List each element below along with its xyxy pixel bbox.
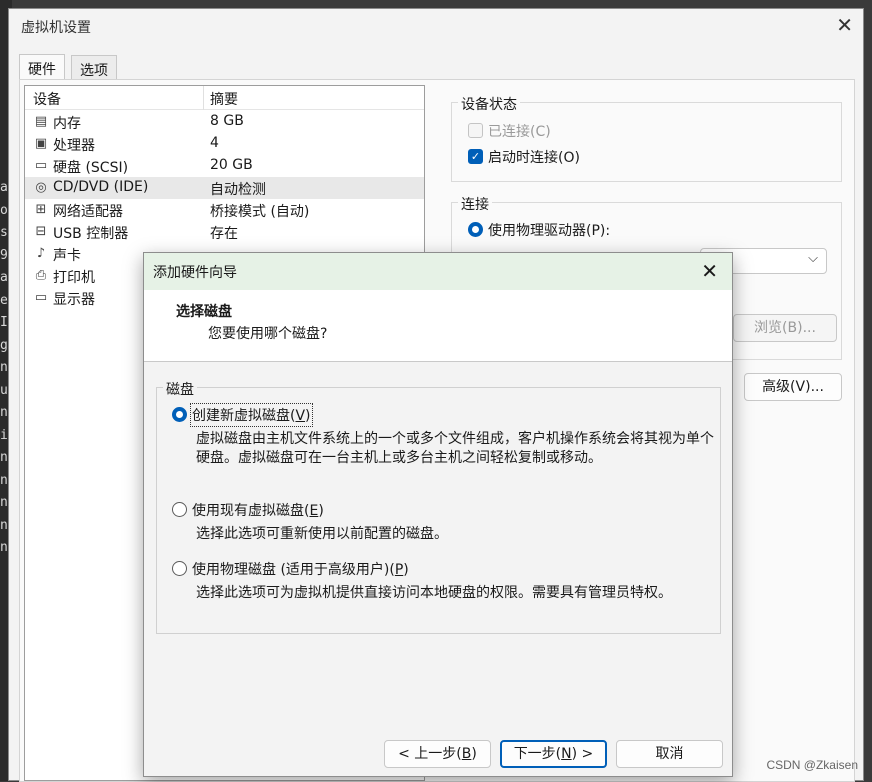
device-name: 显示器 [53,292,95,308]
dialog-title: 添加硬件向导 [153,265,237,281]
connect-at-power-on-checkbox[interactable]: ✓ [468,149,483,164]
device-name: 打印机 [53,270,95,286]
use-physical-drive-radio[interactable] [468,222,483,237]
device-status-group [451,102,842,182]
watermark: CSDN @Zkaisen [766,758,858,772]
connected-label[interactable]: 已连接(C) [488,121,551,141]
terminal-text: a [0,270,8,285]
chevron-down-icon: ⌵ [808,251,818,266]
processor-icon: ▣ [34,136,48,151]
terminal-text: a [0,180,8,195]
device-status-label: 设备状态 [458,94,520,114]
create-new-virtual-disk-radio[interactable] [172,407,187,422]
sound-card-icon: ♪ [36,246,46,261]
dialog-close-icon[interactable]: ✕ [701,259,718,283]
device-summary: 存在 [210,226,238,242]
device-row[interactable]: ⊞ 网络适配器 桥接模式 (自动) [25,199,424,221]
create-new-virtual-disk-description: 虚拟磁盘由主机文件系统上的一个或多个文件组成，客户机操作系统会将其视为单个硬盘。… [196,431,714,466]
device-row[interactable]: ▣ 处理器 4 [25,133,424,155]
connect-at-power-on-label[interactable]: 启动时连接(O) [488,147,580,167]
use-physical-drive-label[interactable]: 使用物理驱动器(P): [488,220,610,240]
terminal-text: g [0,337,8,353]
device-row[interactable]: ▭ 硬盘 (SCSI) 20 GB [25,155,424,177]
dialog-footer: < 上一步(B) 下一步(N) > 取消 [144,730,732,776]
device-summary: 桥接模式 (自动) [210,204,310,220]
device-name: 声卡 [53,248,81,264]
display-icon: ▭ [34,290,48,305]
cd-dvd-icon: ◎ [35,180,47,195]
use-existing-virtual-disk-description: 选择此选项可重新使用以前配置的磁盘。 [196,526,448,542]
cancel-button[interactable]: 取消 [616,740,723,768]
dialog-header: 选择磁盘 您要使用哪个磁盘? [144,290,732,362]
device-name: CD/DVD (IDE) [53,179,149,195]
device-summary: 4 [210,135,219,151]
device-list-header: 设备 摘要 [25,86,424,110]
dialog-heading: 选择磁盘 [176,304,232,320]
terminal-text: 9 [0,247,8,263]
column-header-device[interactable]: 设备 [33,89,61,109]
dialog-titlebar: 添加硬件向导 ✕ [144,253,732,290]
usb-icon: ⊟ [35,224,47,239]
device-name: 网络适配器 [53,204,123,220]
device-name: USB 控制器 [53,226,129,242]
terminal-text: o [0,202,8,218]
back-button[interactable]: < 上一步(B) [384,740,491,768]
window-title: 虚拟机设置 [21,20,91,36]
add-hardware-wizard-dialog: 添加硬件向导 ✕ 选择磁盘 您要使用哪个磁盘? 磁盘 创建新虚拟磁盘(V) 虚拟… [143,252,733,777]
column-header-summary[interactable]: 摘要 [210,89,238,109]
device-row[interactable]: ◎ CD/DVD (IDE) 自动检测 [25,177,424,199]
browse-button[interactable]: 浏览(B)... [733,314,837,342]
use-existing-virtual-disk-radio[interactable] [172,502,187,517]
device-summary: 8 GB [210,113,244,129]
use-physical-disk-description: 选择此选项可为虚拟机提供直接访问本地硬盘的权限。需要具有管理员特权。 [196,585,672,601]
device-name: 处理器 [53,138,95,154]
advanced-button[interactable]: 高级(V)... [744,373,842,401]
device-row[interactable]: ⊟ USB 控制器 存在 [25,221,424,243]
close-icon[interactable]: ✕ [836,13,853,37]
harddisk-icon: ▭ [34,158,48,173]
dialog-subheading: 您要使用哪个磁盘? [208,326,328,342]
dialog-body: 磁盘 创建新虚拟磁盘(V) 虚拟磁盘由主机文件系统上的一个或多个文件组成，客户机… [144,363,732,730]
tab-options[interactable]: 选项 [71,55,117,81]
create-new-virtual-disk-label[interactable]: 创建新虚拟磁盘(V) [190,403,313,427]
tab-hardware[interactable]: 硬件 [19,54,65,81]
use-physical-disk-radio[interactable] [172,561,187,576]
connected-checkbox[interactable] [468,123,483,138]
disk-group-label: 磁盘 [163,379,197,399]
connection-label: 连接 [458,194,492,214]
device-summary: 自动检测 [210,182,266,198]
printer-icon: ⎙ [35,268,47,283]
device-summary: 20 GB [210,157,253,173]
column-separator[interactable] [203,86,204,110]
device-name: 内存 [53,116,81,132]
terminal-text: s [0,225,8,240]
device-name: 硬盘 (SCSI) [53,160,129,176]
next-button[interactable]: 下一步(N) > [500,740,607,768]
use-physical-disk-label[interactable]: 使用物理磁盘 (适用于高级用户)(P) [192,559,409,579]
device-row[interactable]: ▤ 内存 8 GB [25,111,424,133]
use-existing-virtual-disk-label[interactable]: 使用现有虚拟磁盘(E) [192,500,324,520]
network-adapter-icon: ⊞ [35,202,47,217]
memory-icon: ▤ [34,114,48,129]
